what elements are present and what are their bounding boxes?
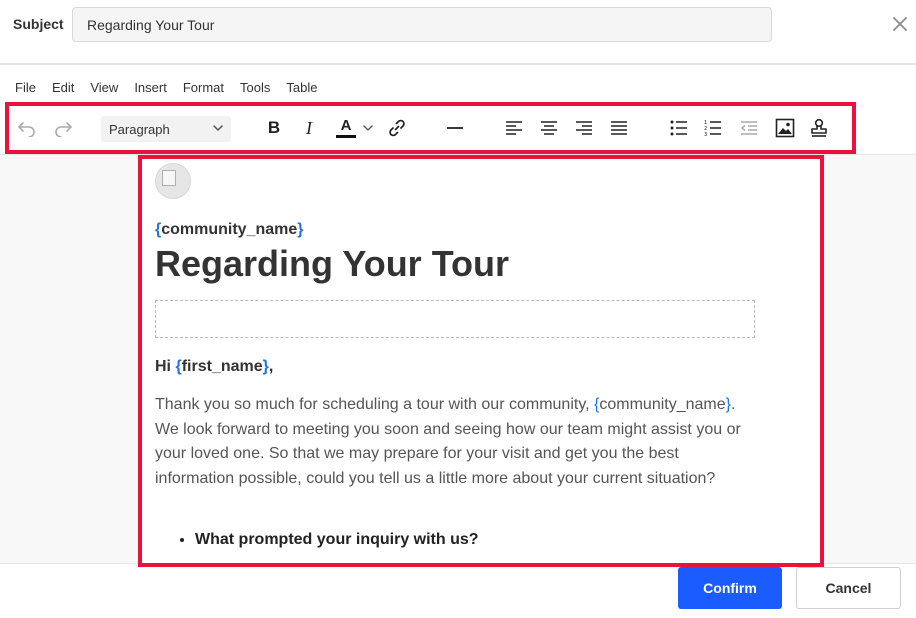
align-right-button[interactable]	[572, 116, 596, 140]
bullet-list-button[interactable]	[667, 116, 691, 140]
align-left-button[interactable]	[502, 116, 526, 140]
close-icon	[893, 17, 907, 31]
menu-table[interactable]: Table	[286, 80, 317, 95]
text-color-icon: A	[340, 117, 352, 134]
numbered-list-button[interactable]: 1 2 3	[701, 116, 725, 140]
justify-icon	[611, 121, 627, 135]
stamp-icon	[811, 118, 827, 137]
bold-icon: B	[267, 118, 281, 137]
text-color-swatch	[336, 135, 356, 138]
undo-button[interactable]	[15, 116, 39, 140]
justify-button[interactable]	[607, 116, 631, 140]
menubar: File Edit View Insert Format Tools Table	[15, 80, 333, 95]
redo-button[interactable]	[51, 116, 75, 140]
editor-content[interactable]: {community_name} Regarding Your Tour Hi …	[138, 155, 824, 567]
list-item: What prompted your inquiry with us?	[195, 531, 479, 549]
block-format-select[interactable]: Paragraph	[101, 116, 231, 142]
horizontal-line-icon	[447, 127, 463, 129]
editor-toolbar: Paragraph B I A 1 2 3	[5, 102, 856, 154]
redo-icon	[55, 122, 72, 137]
placeholder-block[interactable]	[155, 300, 755, 338]
email-headline: Regarding Your Tour	[155, 243, 510, 284]
link-button[interactable]	[385, 116, 409, 140]
header-divider	[0, 63, 916, 65]
undo-icon	[18, 122, 35, 137]
community-logo-image	[155, 163, 191, 199]
block-format-value: Paragraph	[109, 121, 170, 137]
subject-input[interactable]	[72, 7, 772, 42]
align-center-button[interactable]	[537, 116, 561, 140]
menu-view[interactable]: View	[90, 80, 118, 95]
svg-text:3: 3	[704, 132, 707, 137]
menu-file[interactable]: File	[15, 80, 36, 95]
italic-button[interactable]: I	[299, 116, 319, 140]
align-center-icon	[541, 121, 557, 135]
text-color-dropdown[interactable]	[361, 116, 375, 140]
menu-tools[interactable]: Tools	[240, 80, 270, 95]
menu-insert[interactable]: Insert	[134, 80, 167, 95]
align-left-icon	[506, 121, 522, 135]
confirm-button[interactable]: Confirm	[678, 567, 782, 609]
bold-button[interactable]: B	[263, 116, 285, 140]
insert-image-button[interactable]	[773, 116, 797, 140]
bullet-list-icon	[670, 120, 687, 136]
question-list: What prompted your inquiry with us?	[155, 531, 479, 549]
align-right-icon	[576, 121, 592, 135]
cancel-button[interactable]: Cancel	[796, 567, 901, 609]
community-name-tag: {community_name}	[155, 221, 304, 238]
chevron-down-icon	[363, 125, 373, 131]
subject-label: Subject	[13, 16, 64, 32]
menu-format[interactable]: Format	[183, 80, 224, 95]
text-color-button[interactable]: A	[333, 116, 359, 140]
numbered-list-icon: 1 2 3	[704, 120, 721, 137]
outdent-icon	[741, 121, 757, 135]
menu-edit[interactable]: Edit	[52, 80, 74, 95]
image-icon	[775, 118, 795, 138]
outdent-button[interactable]	[737, 116, 761, 140]
body-paragraph: Thank you so much for scheduling a tour …	[155, 396, 741, 487]
stamp-button[interactable]	[807, 116, 831, 140]
link-icon	[389, 119, 405, 137]
italic-icon: I	[306, 117, 312, 138]
greeting-line: Hi {first_name},	[155, 358, 274, 375]
chevron-down-icon	[213, 125, 223, 131]
close-button[interactable]	[888, 12, 912, 36]
horizontal-line-button[interactable]	[443, 116, 467, 140]
